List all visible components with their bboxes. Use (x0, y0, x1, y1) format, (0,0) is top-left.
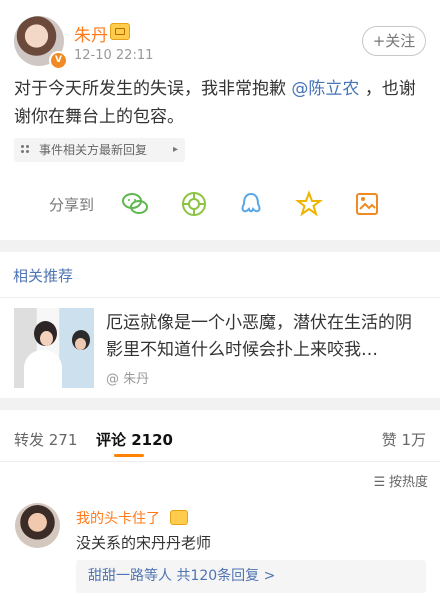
sort-icon: ☰ (373, 475, 386, 490)
qq-icon[interactable] (237, 190, 265, 218)
event-arrow-icon: ▸ (172, 144, 178, 155)
sort-label: 按热度 (388, 475, 428, 490)
related-title: 相关推荐 (13, 267, 74, 285)
save-image-icon[interactable] (353, 190, 381, 218)
event-label: 事件相关方最新回复 (39, 143, 148, 157)
event-update-chip[interactable]: 事件相关方最新回复 ▸ (14, 138, 185, 162)
commenter-name[interactable]: 我的头卡住了 (76, 508, 160, 528)
related-text[interactable]: 厄运就像是一个小恶魔，潜伏在生活的阴影里不知道什么时候会扑上来咬我… (106, 310, 426, 364)
post-text: 对于今天所发生的失误，我非常抱歉 @陈立农 ，也谢谢你在舞台上的包容。 (14, 75, 424, 131)
tabs-divider (0, 461, 440, 462)
moments-icon[interactable] (180, 190, 208, 218)
share-label: 分享到 (49, 196, 95, 214)
comments-section: 转发 271 评论 2120 赞 1万 ☰ 按热度 我的头卡住了 没关系的宋丹丹老… (0, 410, 440, 597)
post-timestamp: 12-10 22:11 (74, 48, 154, 63)
favorite-star-icon[interactable] (295, 190, 323, 218)
event-dots-icon (21, 145, 31, 155)
commenter-avatar[interactable] (15, 503, 60, 548)
verified-badge: V (49, 51, 68, 70)
replies-link[interactable]: 甜甜一路等人 共120条回复 > (88, 560, 275, 593)
comment-tab[interactable]: 评论 2120 (96, 429, 173, 450)
like-tab[interactable]: 赞 1万 (382, 429, 426, 450)
weibo-post: V 朱丹 12-10 22:11 +关注 对于今天所发生的失误，我非常抱歉 @陈… (0, 0, 440, 240)
related-divider (0, 297, 440, 298)
vip-crown-icon (110, 23, 130, 40)
related-recommendations: 相关推荐 厄运就像是一个小恶魔，潜伏在生活的阴影里不知道什么时候会扑上来咬我… … (0, 252, 440, 398)
comment-text: 没关系的宋丹丹老师 (76, 534, 212, 552)
post-text-before: 对于今天所发生的失误，我非常抱歉 (14, 79, 286, 99)
comment-replies-box[interactable]: 甜甜一路等人 共120条回复 > (76, 560, 426, 593)
related-author[interactable]: @ 朱丹 (106, 368, 149, 387)
user-name[interactable]: 朱丹 (74, 21, 108, 46)
mention-link[interactable]: @陈立农 (291, 79, 359, 99)
wechat-icon[interactable] (121, 190, 149, 218)
active-tab-indicator (114, 454, 144, 457)
sort-by-hot-button[interactable]: ☰ 按热度 (373, 471, 428, 490)
follow-button[interactable]: +关注 (362, 26, 426, 56)
related-thumbnail[interactable] (14, 308, 94, 388)
repost-tab[interactable]: 转发 271 (14, 429, 77, 450)
commenter-crown-icon (170, 510, 188, 525)
